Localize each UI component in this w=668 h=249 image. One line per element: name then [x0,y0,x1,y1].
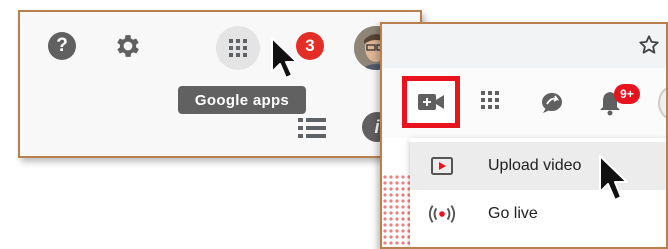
star-icon[interactable] [638,34,660,56]
apps-grid-icon [229,39,247,57]
browser-address-bar [382,24,666,69]
google-apps-tooltip: Google apps [178,86,306,114]
mouse-cursor-icon [599,155,628,201]
left-screenshot-panel: ? 3 Google apps i [18,10,422,158]
notification-count: 3 [305,36,315,55]
mouse-cursor-icon [271,37,298,79]
info-glyph: i [374,116,380,137]
go-live-icon [428,200,456,228]
create-video-button[interactable] [402,76,460,128]
video-camera-plus-icon [418,94,444,110]
share-icon[interactable] [540,92,564,114]
help-glyph: ? [56,35,68,56]
google-apps-button[interactable] [216,26,260,70]
menu-item-label: Upload video [488,157,582,174]
upload-video-icon [428,152,456,180]
notification-badge: 9+ [614,84,640,104]
notification-badge-text: 9+ [620,87,634,101]
right-screenshot-panel: 9+ Upload video Go live [380,22,668,249]
tooltip-text: Google apps [194,91,290,109]
list-icon[interactable] [298,116,326,140]
menu-item-label: Go live [488,205,538,222]
apps-grid-icon[interactable] [480,90,500,110]
gear-icon[interactable] [112,30,144,62]
help-icon[interactable]: ? [48,32,76,60]
page-background-pattern [382,174,412,247]
notification-count-badge[interactable]: 3 [296,32,324,60]
